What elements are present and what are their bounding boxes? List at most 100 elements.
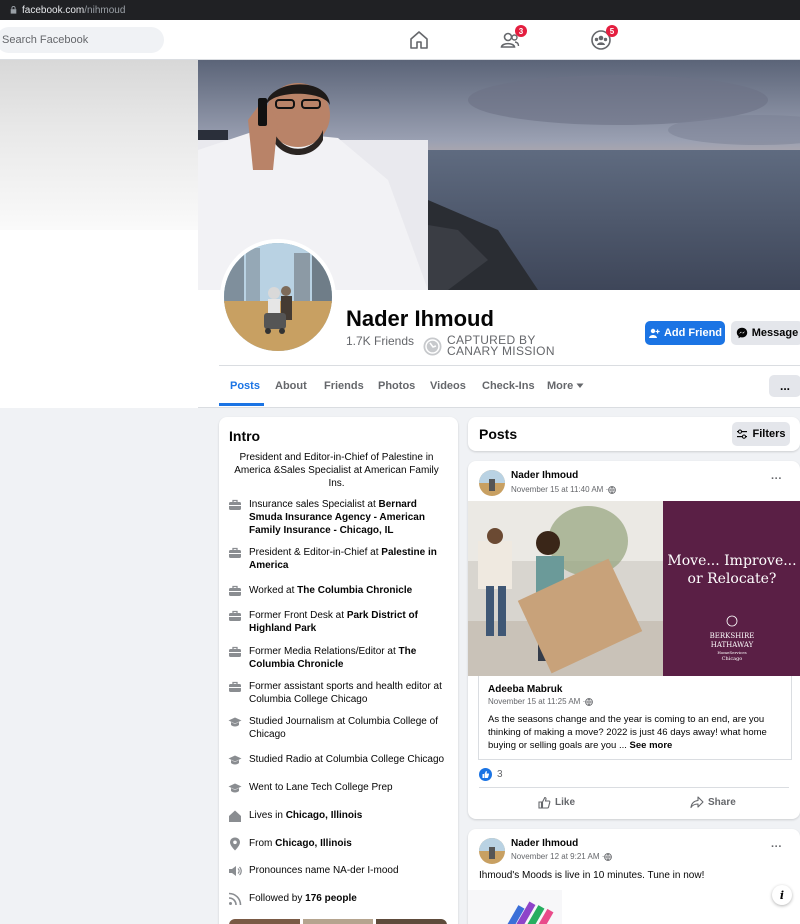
add-friend-button[interactable]: Add Friend <box>645 321 725 345</box>
shared-post-meta: November 15 at 11:25 AM · <box>488 697 594 706</box>
intro-row-education-2: Studied Radio at Columbia College Chicag… <box>228 753 446 767</box>
post-options-button[interactable]: ··· <box>771 473 782 485</box>
shared-post-body: As the seasons change and the year is co… <box>488 714 767 751</box>
friends-nav-button[interactable]: 3 <box>499 25 527 51</box>
intro-title: Intro <box>229 428 261 444</box>
post-author-avatar[interactable] <box>479 470 505 496</box>
share-button[interactable]: Share <box>690 796 736 809</box>
profile-more-button[interactable]: ... <box>769 375 800 397</box>
tab-posts[interactable]: Posts <box>230 380 260 392</box>
intro-row-text: Studied Radio at Columbia College Chicag… <box>249 753 444 767</box>
friend-count[interactable]: 1.7K Friends <box>346 334 414 348</box>
see-more-link[interactable]: See more <box>630 740 673 751</box>
share-label: Share <box>708 797 736 808</box>
intro-row-pre: Lives in <box>249 810 286 821</box>
intro-row-pre: Former Media Relations/Editor at <box>249 646 399 657</box>
message-label: Message <box>751 327 799 339</box>
intro-row-bold[interactable]: 176 people <box>305 893 357 904</box>
thumbs-up-icon <box>538 796 551 809</box>
intro-row-from: From Chicago, Illinois <box>228 837 446 851</box>
post-author-avatar[interactable] <box>479 838 505 864</box>
share-icon <box>690 796 704 809</box>
friend-requests-badge: 3 <box>515 25 527 37</box>
post-timestamp[interactable]: November 12 at 9:21 AM · <box>511 852 604 861</box>
tab-more-label: More <box>547 380 574 392</box>
featured-photo[interactable] <box>229 919 300 924</box>
intro-row-pronunciation: Pronounces name NA-der I-mood <box>228 864 446 878</box>
briefcase-icon <box>229 681 241 692</box>
lock-icon <box>10 6 17 14</box>
location-pin-icon <box>230 837 240 851</box>
filters-button[interactable]: Filters <box>732 422 790 446</box>
post-author-name[interactable]: Nader Ihmoud <box>511 470 578 481</box>
top-navigation: Search Facebook 3 5 <box>0 20 800 60</box>
ad-brand-2: HATHAWAY <box>711 641 754 649</box>
tab-videos[interactable]: Videos <box>430 380 466 392</box>
intro-row-education-3: Went to Lane Tech College Prep <box>228 781 446 795</box>
intro-row-bold[interactable]: Chicago, Illinois <box>286 810 363 821</box>
graduation-cap-icon <box>228 755 242 765</box>
post-card: Nader Ihmoud November 15 at 11:40 AM · ·… <box>468 461 800 819</box>
intro-row-pre: Followed by <box>249 893 306 904</box>
search-input[interactable]: Search Facebook <box>0 27 164 53</box>
post-author-name[interactable]: Nader Ihmoud <box>511 838 578 849</box>
briefcase-icon <box>229 646 241 657</box>
intro-row-education-1: Studied Journalism at Columbia College o… <box>228 715 446 741</box>
caret-down-icon <box>576 383 584 388</box>
tab-about[interactable]: About <box>275 380 307 392</box>
globe-icon <box>585 697 594 706</box>
groups-nav-button[interactable]: 5 <box>590 25 618 51</box>
shared-post-text: As the seasons change and the year is co… <box>488 713 786 752</box>
tab-friends[interactable]: Friends <box>324 380 364 392</box>
browser-url-bar[interactable]: facebook.com/nihmoud <box>0 0 800 20</box>
message-button[interactable]: Message <box>731 321 800 345</box>
intro-row-work-2: President & Editor-in-Chief at Palestine… <box>228 546 446 572</box>
tab-more[interactable]: More <box>547 380 584 392</box>
like-reaction-icon <box>479 768 492 781</box>
intro-row-bold[interactable]: Chicago, Illinois <box>275 838 352 849</box>
featured-photo[interactable] <box>376 919 448 924</box>
ad-headline-1: Move... Improve... <box>667 553 796 569</box>
intro-row-pre: Pronounces name NA-der I-mood <box>249 865 399 876</box>
intro-row-text: Former Media Relations/Editor at The Col… <box>249 645 446 671</box>
intro-row-bold[interactable]: The Columbia Chronicle <box>297 585 412 596</box>
intro-row-pre: From <box>249 838 276 849</box>
intro-row-text: Former Front Desk at Park District of Hi… <box>249 609 446 635</box>
ad-photo: Move... Improve... or Relocate? BERKSHIR… <box>468 501 800 676</box>
graduation-cap-icon <box>228 783 242 793</box>
intro-row-work-1: Insurance sales Specialist at Bernard Sm… <box>228 498 446 537</box>
post-image[interactable] <box>468 890 562 924</box>
post-meta: November 12 at 9:21 AM · <box>511 852 613 861</box>
post-options-button[interactable]: ··· <box>771 841 782 853</box>
posts-title: Posts <box>479 426 518 442</box>
featured-photo[interactable] <box>302 919 374 924</box>
shared-author-name[interactable]: Adeeba Mabruk <box>488 684 562 695</box>
left-background <box>0 60 198 230</box>
intro-row-pre: Former assistant sports and health edito… <box>249 681 442 705</box>
profile-picture[interactable] <box>220 239 336 355</box>
intro-row-text: Worked at The Columbia Chronicle <box>249 584 412 598</box>
intro-row-text: President & Editor-in-Chief at Palestine… <box>249 546 446 572</box>
shared-post[interactable]: Adeeba Mabruk November 15 at 11:25 AM · … <box>478 676 792 760</box>
featured-photos-strip[interactable] <box>229 919 448 924</box>
like-button[interactable]: Like <box>538 796 575 809</box>
post-author-avatar-image <box>479 838 505 864</box>
filters-icon <box>737 429 748 439</box>
active-tab-indicator <box>219 403 264 406</box>
post-ad-image[interactable]: Move... Improve... or Relocate? BERKSHIR… <box>468 501 800 676</box>
post-timestamp[interactable]: November 15 at 11:40 AM · <box>511 485 608 494</box>
home-nav-button[interactable] <box>408 29 430 51</box>
globe-icon <box>604 852 613 861</box>
reaction-summary[interactable]: 3 <box>479 768 503 781</box>
info-button[interactable]: i <box>772 885 792 905</box>
briefcase-icon <box>229 610 241 621</box>
intro-row-pre: Studied Journalism at Columbia College o… <box>249 716 438 740</box>
messenger-icon <box>736 327 747 339</box>
post-image-graphic <box>498 901 554 924</box>
tab-check-ins[interactable]: Check-Ins <box>482 380 535 392</box>
tab-photos[interactable]: Photos <box>378 380 415 392</box>
intro-bio: President and Editor-in-Chief of Palesti… <box>234 452 439 489</box>
shared-timestamp[interactable]: November 15 at 11:25 AM · <box>488 697 585 706</box>
groups-badge: 5 <box>606 25 618 37</box>
post-meta: November 15 at 11:40 AM · <box>511 485 617 494</box>
